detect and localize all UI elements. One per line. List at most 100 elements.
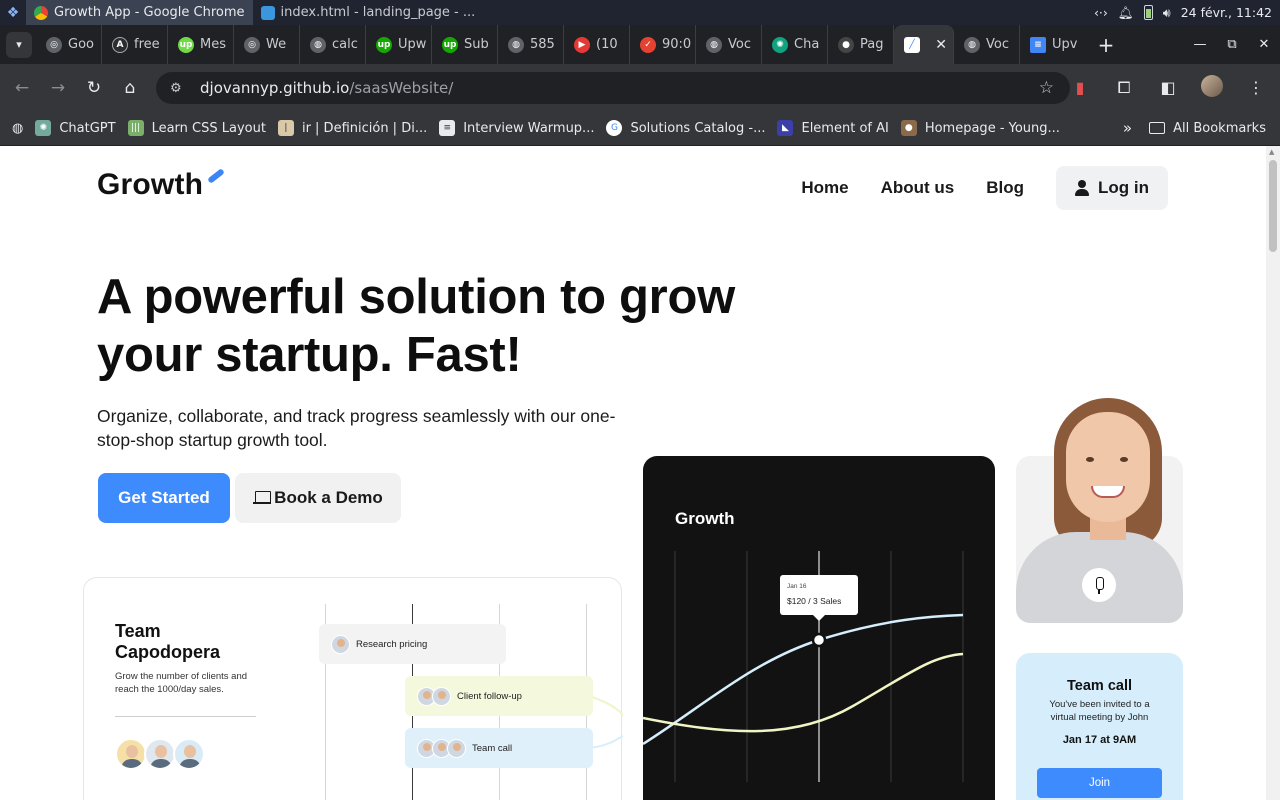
task-team-call[interactable]: Team call [405,728,593,768]
tab[interactable]: up Mes [168,25,234,64]
avatar [1201,74,1223,97]
bookmark-label: Solutions Catalog -... [630,120,766,136]
task-label: Team call [472,742,513,754]
tab[interactable]: ≡ Upv [1020,25,1086,64]
bookmark-item[interactable]: ||| Learn CSS Layout [127,120,266,136]
chatgpt-icon: ✺ [35,120,52,136]
microphone-button[interactable] [1082,568,1116,602]
chatgpt-icon: ✺ [772,36,788,53]
nav-about[interactable]: About us [865,178,971,198]
taskbar-vscode[interactable]: index.html - landing_page - ... [253,0,484,25]
tab-title: Mes [200,37,226,52]
tab[interactable]: ◎ Goo [36,25,102,64]
toolbar-actions: ▮ ⧠ ◧ ⋮ [1060,64,1276,111]
tab[interactable]: ◍ Voc [954,25,1020,64]
tab-title: Voc [728,37,751,52]
reload-icon[interactable]: ↻ [76,78,112,98]
volume-icon[interactable]: 🔊︎ [1163,5,1171,21]
join-call-button[interactable]: Join [1037,768,1162,798]
tab[interactable]: Afree [102,25,168,64]
task-research-pricing[interactable]: Research pricing [319,624,506,664]
tab[interactable]: ◍ 585 [498,25,564,64]
bookmark-item[interactable]: G Solutions Catalog -... [606,120,765,136]
nav-blog[interactable]: Blog [970,178,1040,198]
interview-icon: ≡ [439,120,456,136]
avatar [447,738,466,758]
extension-bookmark-icon[interactable]: ▮ [1060,78,1100,97]
login-button[interactable]: Log in [1056,166,1168,210]
restore-icon[interactable]: ⧉ [1216,37,1248,52]
get-started-button[interactable]: Get Started [98,473,230,523]
os-taskbar: ❖ Growth App - Google Chrome index.html … [0,0,1280,25]
all-bookmarks[interactable]: All Bookmarks [1149,121,1266,136]
bookmark-star-icon[interactable]: ☆ [1039,78,1054,98]
folder-icon [1149,122,1166,134]
tab[interactable]: up Sub [432,25,498,64]
upwork-icon: up [442,36,458,53]
more-bookmarks-icon[interactable]: » [1123,119,1132,137]
logo-mark-icon [207,168,225,184]
notification-bell-icon[interactable]: 🔔︎ [1118,5,1134,21]
close-tab-icon[interactable]: ✕ [935,37,947,53]
close-window-icon[interactable]: ✕ [1248,37,1280,52]
app-launcher-icon[interactable]: ❖ [0,0,26,25]
scrollbar-thumb[interactable] [1269,160,1277,252]
tab[interactable]: ◍ Voc [696,25,762,64]
call-card-description: You've been invited to a virtual meeting… [1049,699,1150,723]
network-icon[interactable]: ‹·› [1094,5,1108,20]
bookmarks-bar: ◍ ✺ ChatGPT ||| Learn CSS Layout | ir | Def… [0,111,1280,146]
battery-icon[interactable] [1143,5,1153,20]
tooltip-pointer [813,615,825,621]
bookmark-item[interactable]: ● Homepage - Young... [900,120,1060,136]
tab-title: (10 [596,37,618,52]
site-info-icon[interactable]: ⚙ [170,81,186,96]
tab[interactable]: up Upw [366,25,432,64]
tab-title: 585 [530,37,555,52]
speaker-eye-left [1086,457,1094,462]
tab[interactable]: ◍ calc [300,25,366,64]
growth-icon: ╱ [904,36,920,53]
task-client-follow-up[interactable]: Client follow-up [405,676,593,716]
tab-title: Upw [398,37,427,52]
laptop-icon [253,491,272,505]
site-logo[interactable]: Growth [97,168,203,202]
address-bar[interactable]: ⚙ djovannyp.github.io/saasWebsite/ ☆ [156,72,1070,104]
tab[interactable]: ● Pag [828,25,894,64]
back-arrow-icon[interactable]: ← [4,78,40,98]
side-panel-icon[interactable]: ◧ [1148,78,1188,97]
tab-active[interactable]: ╱ ✕ [894,25,954,64]
tab-title: free [134,37,160,52]
nav-home[interactable]: Home [785,178,864,198]
tab-title: Cha [794,37,820,52]
globe-icon: ◍ [310,36,326,53]
globe-icon: ◍ [964,36,980,53]
login-label: Log in [1098,178,1149,197]
minimize-icon[interactable]: — [1184,37,1216,52]
kebab-menu-icon[interactable]: ⋮ [1236,78,1276,97]
scroll-up-arrow-icon[interactable]: ▲ [1269,148,1274,156]
profile-avatar[interactable] [1192,74,1232,101]
forward-arrow-icon[interactable]: → [40,78,76,98]
page-scrollbar[interactable]: ▲ [1266,146,1280,800]
team-call-card: Team call You've been invited to a virtu… [1016,653,1183,800]
new-tab-button[interactable]: + [1092,33,1120,57]
bookmark-item[interactable]: ◣ Element of AI [777,120,889,136]
tab[interactable]: ✺ Cha [762,25,828,64]
bookmark-item[interactable]: ✺ ChatGPT [35,120,116,136]
apps-globe-icon[interactable]: ◍ [12,121,23,136]
bookmark-item[interactable]: | ir | Definición | Di... [277,120,427,136]
tab[interactable]: ✓ 90:0 [630,25,696,64]
book-demo-button[interactable]: Book a Demo [235,473,401,523]
taskbar-vscode-label: index.html - landing_page - ... [280,5,476,20]
tab-search-button[interactable]: ▾ [6,31,32,58]
clock[interactable]: 24 févr., 11:42 [1181,5,1272,20]
tab-title: Goo [68,37,94,52]
extensions-puzzle-icon[interactable]: ⧠ [1104,78,1144,98]
bookmark-label: Homepage - Young... [924,120,1060,136]
bookmark-item[interactable]: ≡ Interview Warmup... [439,120,594,136]
taskbar-chrome[interactable]: Growth App - Google Chrome [26,0,253,25]
tab-title: 90:0 [662,37,692,52]
tab[interactable]: ◎ We [234,25,300,64]
tab[interactable]: ▶ (10 [564,25,630,64]
home-icon[interactable]: ⌂ [112,78,148,98]
